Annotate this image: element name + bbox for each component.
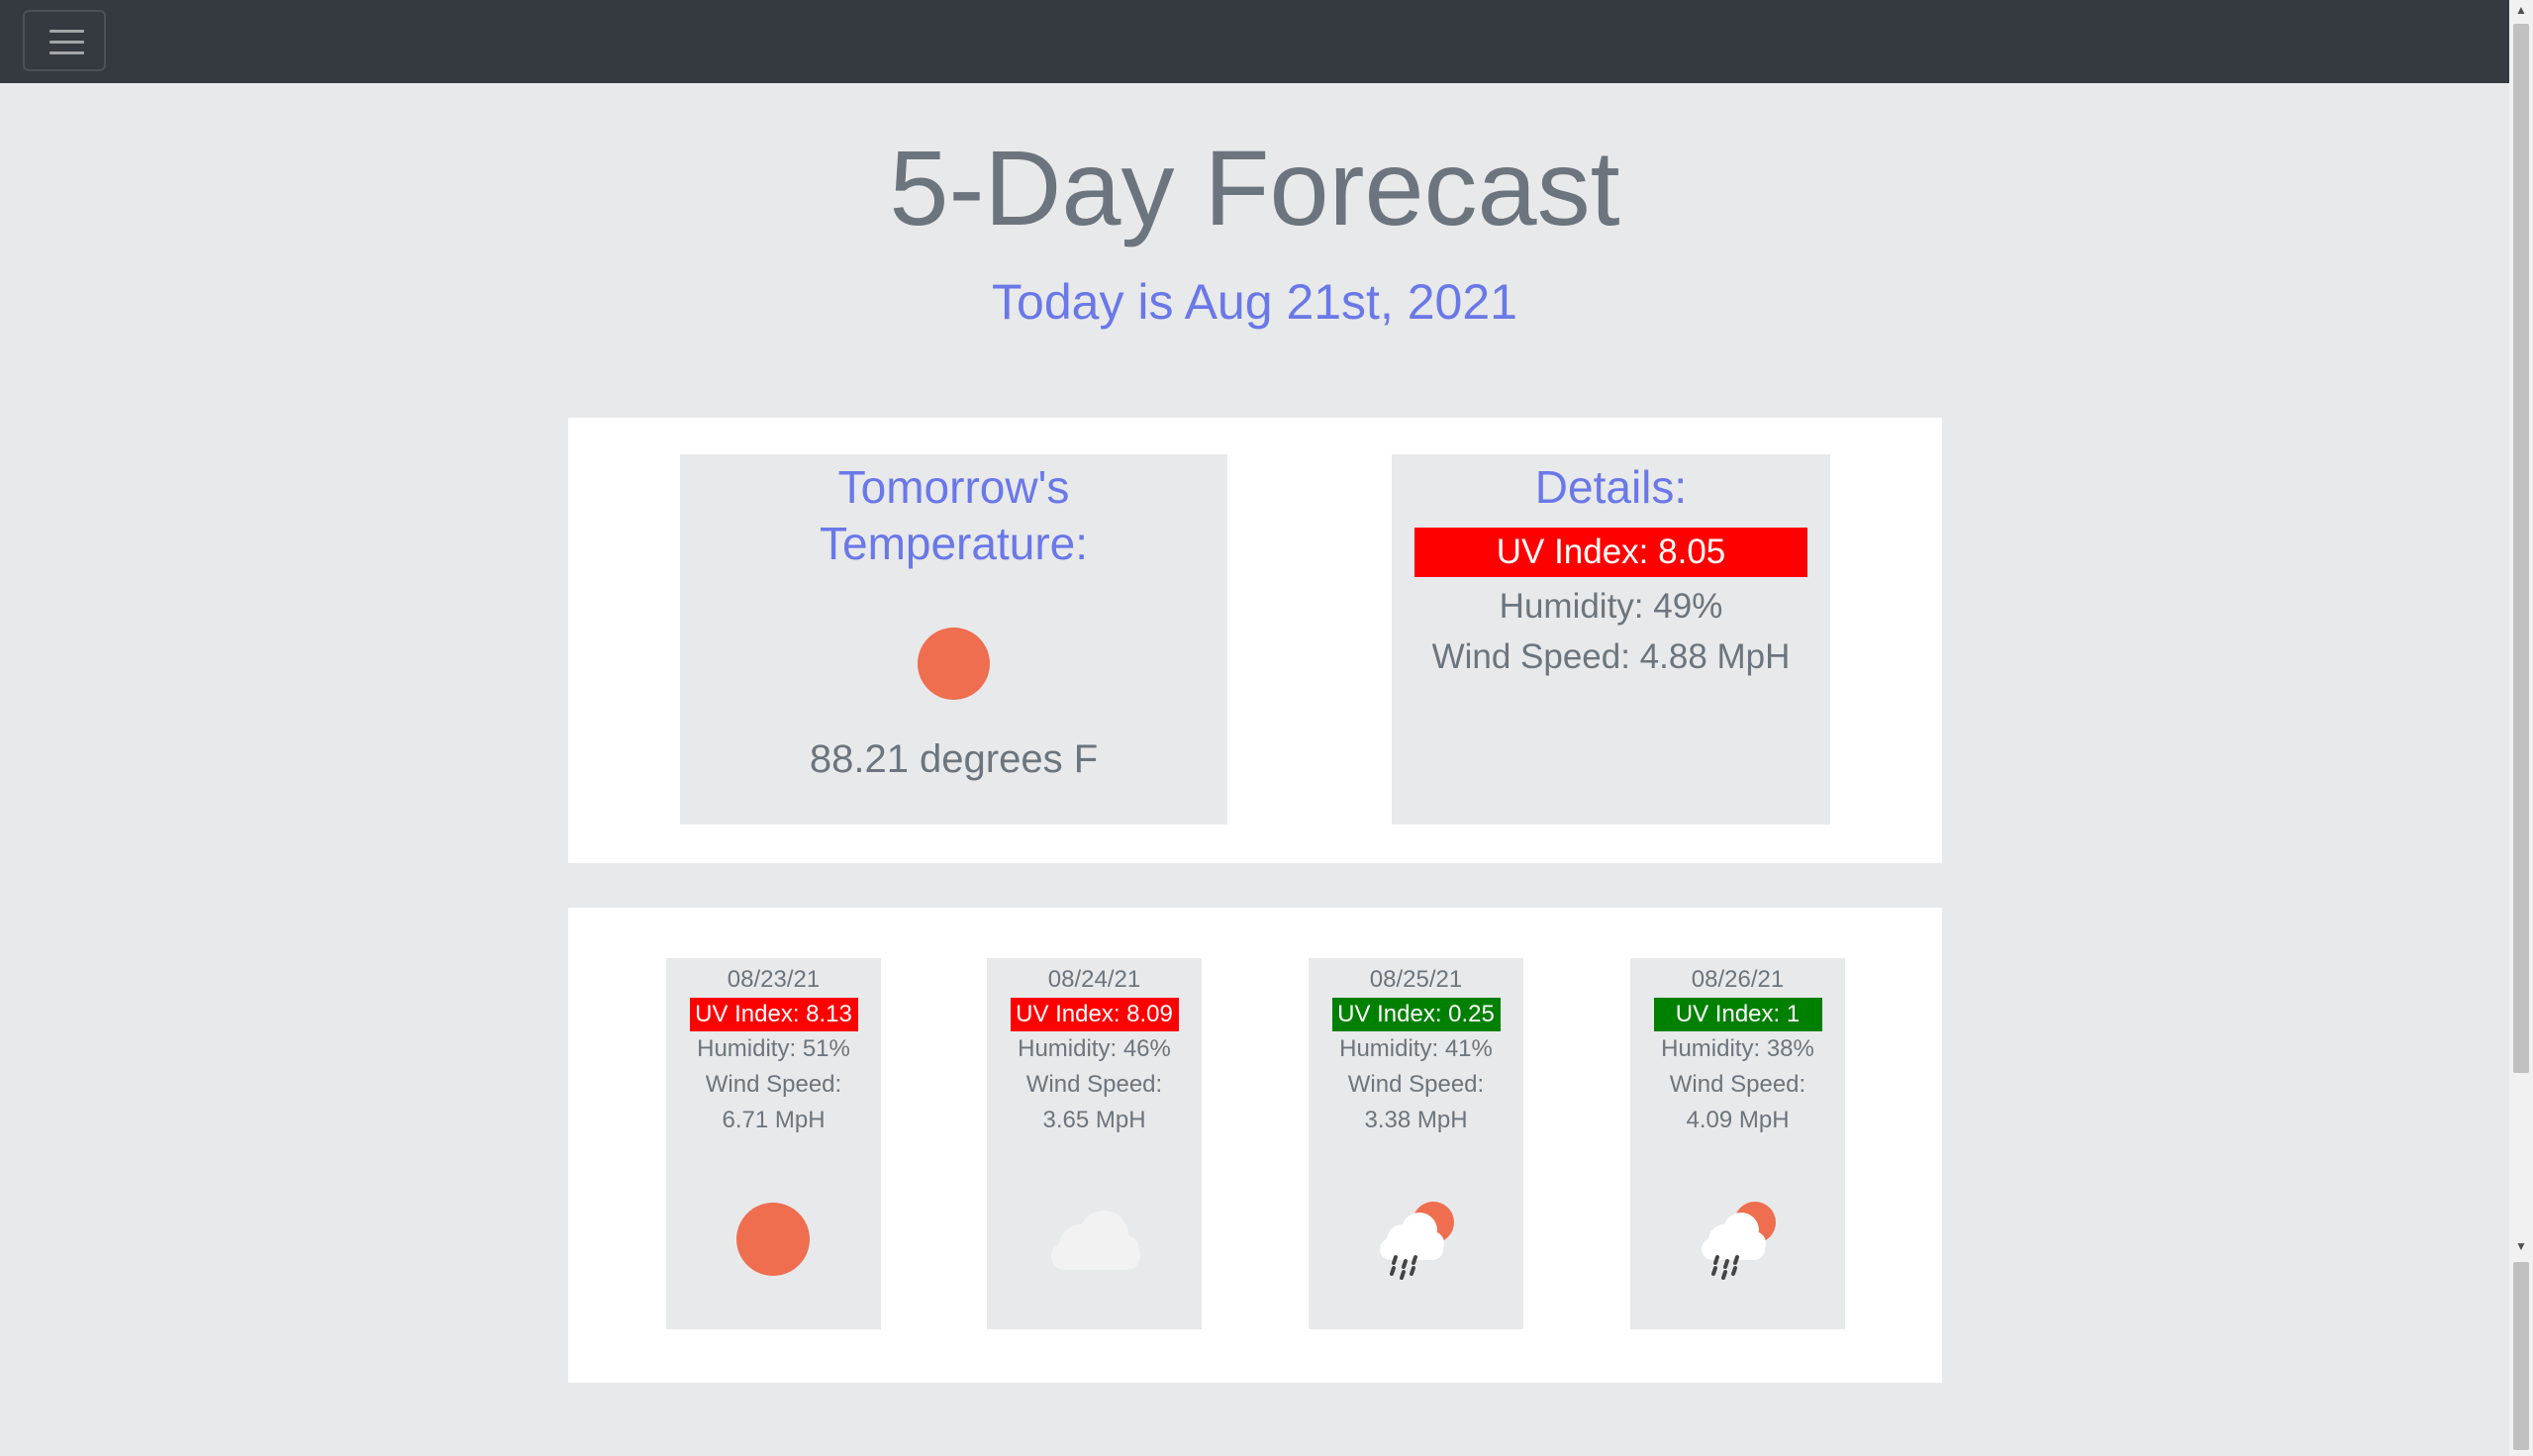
- forecast-date: 08/24/21: [1047, 966, 1141, 993]
- cloud-icon: [987, 1191, 1202, 1280]
- sun-icon: [666, 1191, 881, 1280]
- forecast-panel: 08/23/21 UV Index: 8.13 Humidity: 51% Wi…: [568, 908, 1942, 1383]
- details-heading: Details:: [1534, 461, 1688, 513]
- forecast-day-card: 08/26/21 UV Index: 1 Humidity: 38% Wind …: [1630, 958, 1845, 1329]
- scrollbar[interactable]: ▲ ▼: [2509, 0, 2533, 1456]
- scrollbar-thumb[interactable]: [2513, 24, 2529, 1073]
- forecast-date: 08/23/21: [727, 966, 821, 993]
- scroll-down-arrow-icon[interactable]: ▼: [2509, 1236, 2533, 1256]
- humidity-text: Humidity: 51%: [697, 1035, 850, 1062]
- page-title: 5-Day Forecast: [889, 128, 1620, 247]
- scrollbar-track-lower[interactable]: [2513, 1262, 2529, 1450]
- hamburger-menu-icon[interactable]: [23, 10, 106, 71]
- rain-sun-icon: [1309, 1191, 1523, 1280]
- uv-index-badge: UV Index: 0.25: [1331, 998, 1501, 1031]
- sun-icon: [918, 628, 990, 700]
- wind-speed-value: 4.09 MpH: [1686, 1107, 1790, 1133]
- rain-sun-icon: [1630, 1191, 1845, 1280]
- tomorrow-heading: Tomorrow's Temperature:: [680, 459, 1227, 572]
- page-subtitle-date: Today is Aug 21st, 2021: [992, 274, 1517, 330]
- humidity-text: Humidity: 46%: [1018, 1035, 1171, 1062]
- tomorrow-temperature-card: Tomorrow's Temperature: 88.21 degrees F: [680, 454, 1227, 825]
- scroll-up-arrow-icon[interactable]: ▲: [2509, 0, 2533, 20]
- forecast-day-card: 08/23/21 UV Index: 8.13 Humidity: 51% Wi…: [666, 958, 881, 1329]
- humidity-text: Humidity: 41%: [1339, 1035, 1493, 1062]
- wind-speed-label: Wind Speed:: [1025, 1071, 1163, 1098]
- humidity-text: Humidity: 49%: [1499, 587, 1723, 626]
- uv-index-badge: UV Index: 8.13: [689, 998, 858, 1031]
- wind-speed-value: 3.38 MpH: [1364, 1107, 1468, 1133]
- wind-speed-value: 6.71 MpH: [722, 1107, 826, 1133]
- wind-speed-text: Wind Speed: 4.88 MpH: [1431, 637, 1791, 676]
- forecast-date: 08/25/21: [1369, 966, 1463, 993]
- forecast-date: 08/26/21: [1691, 966, 1785, 993]
- wind-speed-label: Wind Speed:: [1669, 1071, 1806, 1098]
- forecast-day-card: 08/25/21 UV Index: 0.25 Humidity: 41% Wi…: [1309, 958, 1523, 1329]
- details-card: Details: UV Index: 8.05 Humidity: 49% Wi…: [1392, 454, 1830, 825]
- tomorrow-heading-line1: Tomorrow's: [837, 461, 1070, 513]
- humidity-text: Humidity: 38%: [1661, 1035, 1814, 1062]
- uv-index-badge: UV Index: 1: [1653, 998, 1822, 1031]
- uv-index-badge: UV Index: 8.05: [1414, 528, 1807, 577]
- wind-speed-label: Wind Speed:: [705, 1071, 842, 1098]
- forecast-day-card: 08/24/21 UV Index: 8.09 Humidity: 46% Wi…: [987, 958, 1202, 1329]
- navbar: [0, 0, 2509, 83]
- wind-speed-value: 3.65 MpH: [1042, 1107, 1146, 1133]
- wind-speed-label: Wind Speed:: [1347, 1071, 1485, 1098]
- today-panel: Tomorrow's Temperature: 88.21 degrees F …: [568, 418, 1942, 863]
- tomorrow-heading-line2: Temperature:: [819, 518, 1088, 569]
- uv-index-badge: UV Index: 8.09: [1010, 998, 1179, 1031]
- tomorrow-temperature: 88.21 degrees F: [809, 737, 1099, 781]
